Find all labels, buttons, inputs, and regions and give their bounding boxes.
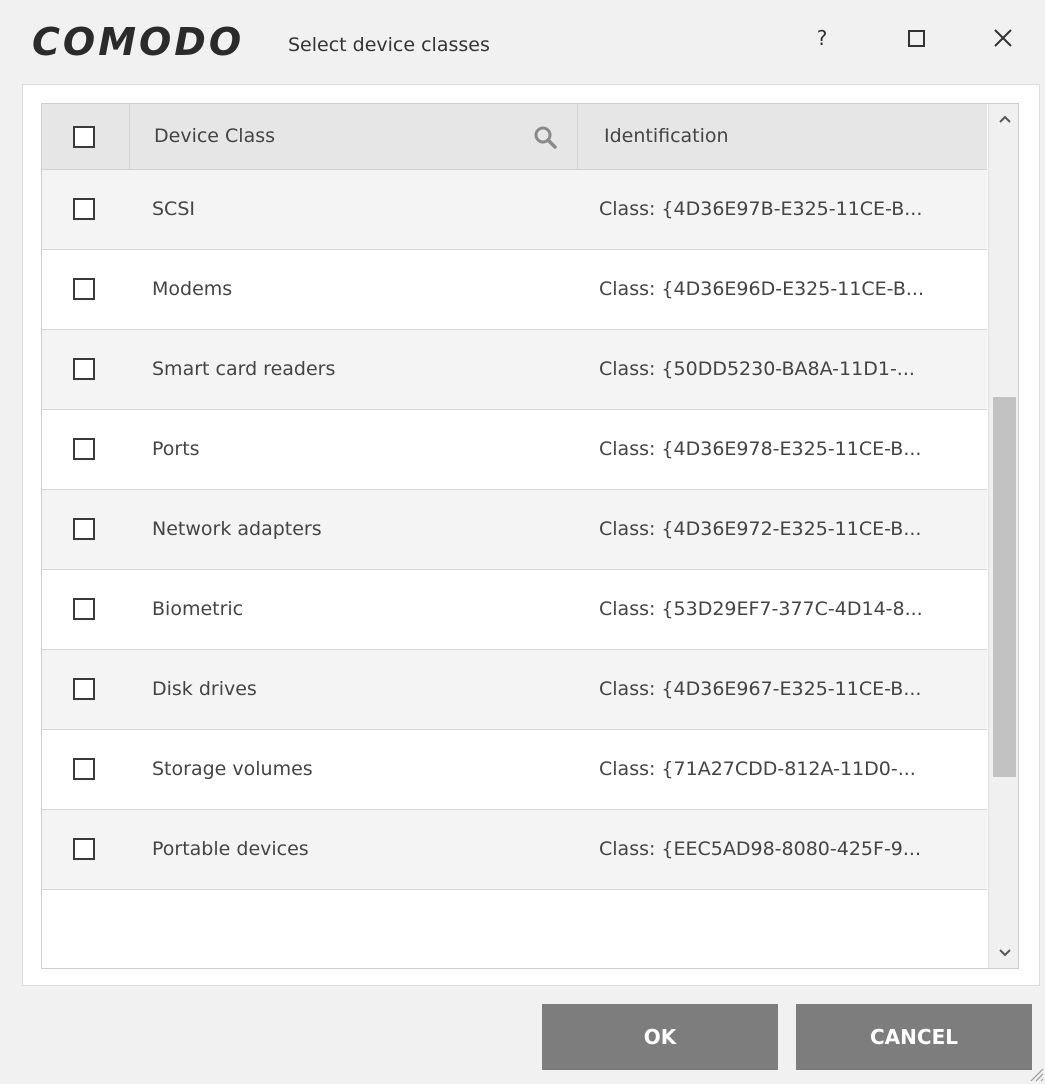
table-row[interactable]: Storage volumes Class: {71A27CDD-812A-11D… xyxy=(42,730,987,810)
row-checkbox[interactable] xyxy=(73,598,95,620)
content-panel: Device Class Identification SCSI Class: {… xyxy=(22,84,1040,986)
select-all-checkbox[interactable] xyxy=(73,126,95,148)
close-icon xyxy=(994,29,1012,47)
device-class-cell: Biometric xyxy=(152,598,244,620)
device-class-cell: Portable devices xyxy=(152,838,309,860)
table-row[interactable]: Smart card readers Class: {50DD5230-BA8A-… xyxy=(42,330,987,410)
device-class-cell: Disk drives xyxy=(152,678,257,700)
chevron-up-icon xyxy=(998,115,1011,123)
column-header-identification[interactable]: Identification xyxy=(578,104,987,170)
identification-cell: Class: {50DD5230-BA8A-11D1-... xyxy=(599,358,915,380)
identification-cell: Class: {4D36E97B-E325-11CE-B... xyxy=(599,198,923,220)
table-row[interactable]: Ports Class: {4D36E978-E325-11CE-B... xyxy=(42,410,987,490)
resize-grip-icon[interactable] xyxy=(1026,1064,1044,1082)
scroll-down-button[interactable] xyxy=(989,938,1018,968)
close-button[interactable] xyxy=(983,20,1023,56)
maximize-button[interactable] xyxy=(896,20,936,56)
table-row[interactable]: Network adapters Class: {4D36E972-E325-11… xyxy=(42,490,987,570)
ok-button[interactable]: OK xyxy=(542,1004,778,1070)
table-row[interactable]: Modems Class: {4D36E96D-E325-11CE-B... xyxy=(42,250,987,330)
help-button[interactable]: ? xyxy=(802,20,842,56)
cancel-button[interactable]: CANCEL xyxy=(796,1004,1032,1070)
device-class-cell: Smart card readers xyxy=(152,358,336,380)
row-checkbox[interactable] xyxy=(73,358,95,380)
row-checkbox[interactable] xyxy=(73,838,95,860)
row-checkbox[interactable] xyxy=(73,518,95,540)
column-header-device-class[interactable]: Device Class xyxy=(130,104,578,170)
device-class-table: Device Class Identification SCSI Class: {… xyxy=(41,103,1019,969)
device-class-header-label: Device Class xyxy=(154,125,276,147)
table-row[interactable]: Biometric Class: {53D29EF7-377C-4D14-8... xyxy=(42,570,987,650)
identification-cell: Class: {4D36E972-E325-11CE-B... xyxy=(599,518,922,540)
row-checkbox[interactable] xyxy=(73,678,95,700)
table-row[interactable]: SCSI Class: {4D36E97B-E325-11CE-B... xyxy=(42,170,987,250)
vertical-scrollbar[interactable] xyxy=(988,104,1018,968)
row-checkbox[interactable] xyxy=(73,198,95,220)
row-checkbox[interactable] xyxy=(73,758,95,780)
maximize-icon xyxy=(907,29,925,47)
scroll-thumb[interactable] xyxy=(993,396,1016,777)
row-checkbox[interactable] xyxy=(73,278,95,300)
device-class-cell: Storage volumes xyxy=(152,758,313,780)
chevron-down-icon xyxy=(998,949,1011,957)
table-header: Device Class Identification xyxy=(42,104,987,170)
device-class-cell: Modems xyxy=(152,278,233,300)
identification-cell: Class: {4D36E967-E325-11CE-B... xyxy=(599,678,922,700)
device-class-cell: SCSI xyxy=(152,198,195,220)
table-row[interactable]: Portable devices Class: {EEC5AD98-8080-42… xyxy=(42,810,987,890)
identification-cell: Class: {53D29EF7-377C-4D14-8... xyxy=(599,598,923,620)
row-checkbox[interactable] xyxy=(73,438,95,460)
device-class-cell: Network adapters xyxy=(152,518,322,540)
header-select-all-cell xyxy=(42,104,130,170)
help-label: ? xyxy=(816,26,828,50)
identification-cell: Class: {4D36E978-E325-11CE-B... xyxy=(599,438,922,460)
title-bar: COMODO Select device classes ? xyxy=(0,0,1045,84)
search-icon[interactable] xyxy=(532,124,558,150)
table-row[interactable]: Disk drives Class: {4D36E967-E325-11CE-B.… xyxy=(42,650,987,730)
identification-cell: Class: {EEC5AD98-8080-425F-9... xyxy=(599,838,922,860)
device-class-cell: Ports xyxy=(152,438,200,460)
scroll-up-button[interactable] xyxy=(989,104,1018,134)
dialog-title: Select device classes xyxy=(288,34,490,56)
table-body: SCSI Class: {4D36E97B-E325-11CE-B... Modem… xyxy=(42,170,987,890)
identification-header-label: Identification xyxy=(604,125,729,147)
identification-cell: Class: {71A27CDD-812A-11D0-... xyxy=(599,758,916,780)
identification-cell: Class: {4D36E96D-E325-11CE-B... xyxy=(599,278,924,300)
comodo-logo: COMODO xyxy=(32,20,245,64)
